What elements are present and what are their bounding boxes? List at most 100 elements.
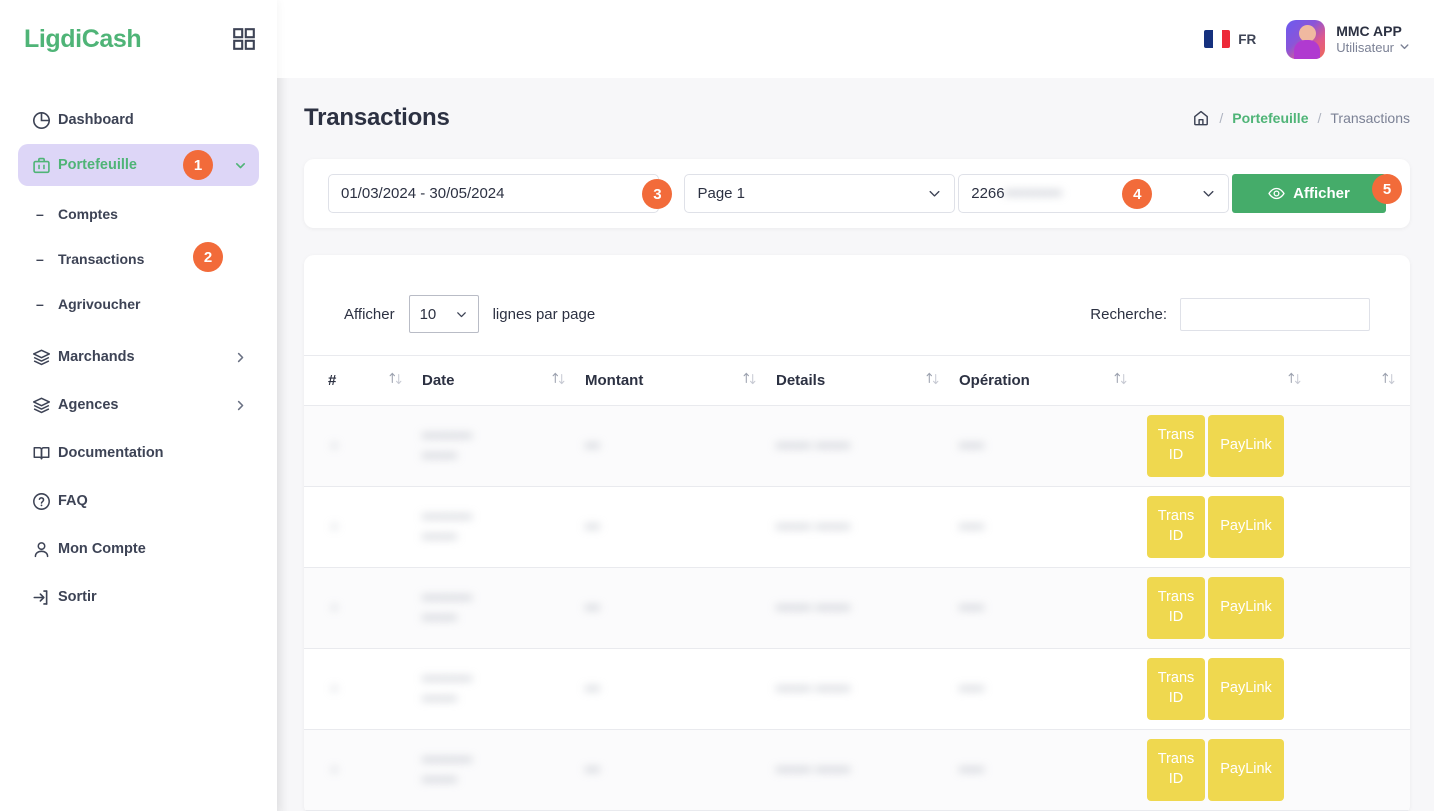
user-menu[interactable]: MMC APP Utilisateur (1286, 19, 1410, 59)
search-label: Recherche: (1090, 305, 1167, 323)
chevron-down-icon[interactable] (1399, 40, 1410, 55)
cell-num-value: • (332, 438, 338, 454)
chevron-right-icon[interactable] (234, 351, 247, 364)
cell-details-value: ••••••• ••••••• (776, 438, 851, 454)
account-select[interactable]: 2266 •••••••••• 4 (958, 174, 1229, 213)
cell-montant-value: ••• (585, 438, 601, 454)
page-length-value: 10 (419, 305, 437, 323)
sidebar-item-marchands[interactable]: Marchands (18, 336, 259, 378)
home-icon[interactable] (1192, 109, 1210, 127)
column-header-details[interactable]: Details (776, 355, 959, 406)
trans-id-button[interactable]: Trans ID (1147, 415, 1205, 477)
cell-details-value: ••••••• ••••••• (776, 519, 851, 535)
sidebar-item-documentation[interactable]: Documentation (18, 432, 259, 474)
sidebar-item-dashboard[interactable]: Dashboard (18, 99, 259, 141)
main-content: Transactions / Portefeuille / Transactio… (277, 78, 1434, 811)
column-header-operation[interactable]: Opération (959, 355, 1147, 406)
paylink-button[interactable]: PayLink (1208, 415, 1284, 477)
trans-id-button[interactable]: Trans ID (1147, 496, 1205, 558)
table-row[interactable]: • •••••••••• ••••••• ••• ••••••• ••••••• •••… (304, 648, 1410, 730)
cell-actions: Trans ID PayLink (1147, 405, 1410, 487)
column-header-blank-1[interactable] (1147, 355, 1321, 406)
cell-details: ••••••• ••••••• (776, 567, 959, 649)
sidebar-item-label: Agences (58, 397, 119, 413)
table-row[interactable]: • •••••••••• ••••••• ••• ••••••• ••••••• •••… (304, 486, 1410, 568)
search-input[interactable] (1180, 297, 1370, 331)
user-info: MMC APP Utilisateur (1336, 23, 1410, 56)
paylink-button[interactable]: PayLink (1208, 577, 1284, 639)
table-body: • •••••••••• ••••••• ••• ••••••• ••••••• •••… (304, 405, 1410, 811)
column-header-montant[interactable]: Montant (585, 355, 776, 406)
cell-montant: ••• (585, 729, 776, 811)
dash-icon: – (36, 295, 44, 312)
transactions-table: # Date Montant Details Opération • •••••… (304, 355, 1410, 811)
cell-date-value: •••••••••• ••••••• (422, 428, 473, 463)
trans-id-button[interactable]: Trans ID (1147, 658, 1205, 720)
cell-operation-value: ••••• (959, 762, 985, 778)
column-label: Montant (585, 372, 644, 389)
sidebar-item-agrivoucher[interactable]: – Agrivoucher (36, 286, 277, 321)
table-row[interactable]: • •••••••••• ••••••• ••• ••••••• ••••••• •••… (304, 405, 1410, 487)
breadcrumb-link-portefeuille[interactable]: Portefeuille (1232, 110, 1308, 126)
column-header-date[interactable]: Date (422, 355, 585, 406)
chevron-right-icon[interactable] (234, 399, 247, 412)
cell-num-value: • (332, 762, 338, 778)
trans-id-button[interactable]: Trans ID (1147, 739, 1205, 801)
sidebar-item-agences[interactable]: Agences (18, 384, 259, 426)
sort-icon (1286, 370, 1303, 391)
sidebar-item-sortir[interactable]: Sortir (18, 576, 259, 618)
afficher-label: Afficher (1293, 185, 1350, 202)
column-header-blank-2[interactable] (1321, 355, 1410, 406)
search-control: Recherche: (1090, 297, 1370, 331)
afficher-button[interactable]: Afficher (1232, 174, 1386, 213)
page-title: Transactions (304, 104, 450, 131)
sidebar-item-mon-compte[interactable]: Mon Compte (18, 528, 259, 570)
paylink-button[interactable]: PayLink (1208, 658, 1284, 720)
dash-icon: – (36, 250, 44, 267)
grid-icon[interactable] (233, 28, 255, 50)
language-switcher[interactable]: FR (1204, 30, 1256, 48)
sidebar-item-transactions[interactable]: – Transactions 2 (36, 241, 277, 276)
cell-montant-value: ••• (585, 681, 601, 697)
cell-operation: ••••• (959, 648, 1147, 730)
paylink-button[interactable]: PayLink (1208, 496, 1284, 558)
user-icon (32, 540, 58, 559)
step-badge-3: 3 (642, 179, 673, 209)
cell-num: • (304, 486, 422, 568)
chevron-down-icon (1201, 186, 1216, 201)
logout-icon (32, 588, 58, 607)
table-row[interactable]: • •••••••••• ••••••• ••• ••••••• ••••••• •••… (304, 729, 1410, 811)
brand-logo[interactable]: LigdiCash (24, 25, 142, 54)
sidebar-nav: Dashboard Portefeuille 1 – Comptes – Tra… (0, 78, 277, 618)
cell-details: ••••••• ••••••• (776, 648, 959, 730)
sidebar-item-portefeuille[interactable]: Portefeuille 1 (18, 144, 259, 186)
layers-icon (32, 396, 58, 415)
sidebar-item-faq[interactable]: FAQ (18, 480, 259, 522)
cell-operation: ••••• (959, 729, 1147, 811)
user-role: Utilisateur (1336, 40, 1394, 56)
cell-actions: Trans ID PayLink (1147, 648, 1410, 730)
account-select-value-wrap: 2266 •••••••••• (971, 185, 1062, 202)
sort-icon (1112, 370, 1129, 391)
step-badge-1: 1 (183, 150, 213, 180)
chevron-down-icon[interactable] (234, 159, 247, 172)
sort-icon (550, 370, 567, 391)
table-header-row: # Date Montant Details Opération (304, 355, 1410, 406)
paylink-button[interactable]: PayLink (1208, 739, 1284, 801)
cell-operation: ••••• (959, 567, 1147, 649)
column-header-num[interactable]: # (304, 355, 422, 406)
page-select-value: Page 1 (697, 185, 746, 202)
page-length-select[interactable]: 10 (408, 295, 479, 333)
trans-id-button[interactable]: Trans ID (1147, 577, 1205, 639)
page-select[interactable]: Page 1 (684, 174, 956, 213)
book-icon (32, 444, 58, 463)
cell-actions: Trans ID PayLink (1147, 567, 1410, 649)
avatar (1286, 19, 1326, 59)
sidebar-item-label: Comptes (58, 205, 118, 222)
table-row[interactable]: • •••••••••• ••••••• ••• ••••••• ••••••• •••… (304, 567, 1410, 649)
sidebar-item-comptes[interactable]: – Comptes (36, 196, 277, 231)
top-header: FR MMC APP Utilisateur (277, 0, 1434, 78)
date-range-input[interactable]: 01/03/2024 - 30/05/2024 3 (328, 174, 673, 213)
cell-montant: ••• (585, 405, 776, 487)
